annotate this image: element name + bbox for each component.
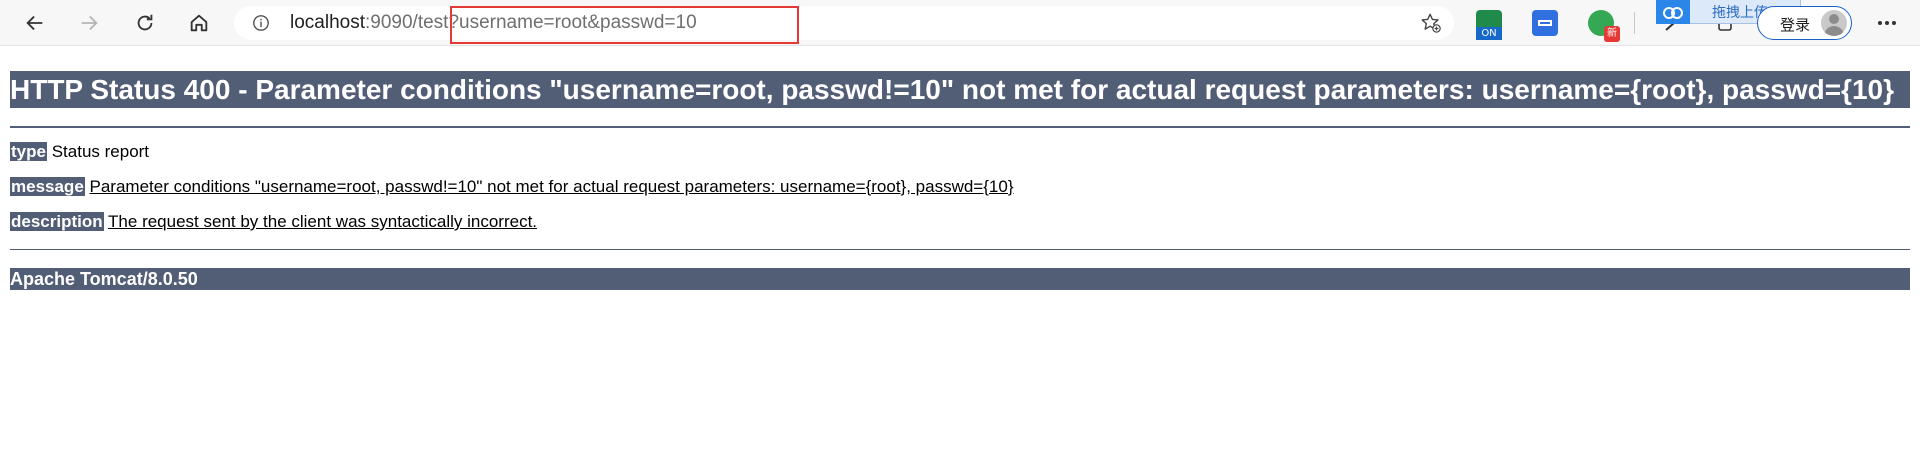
address-bar[interactable]: localhost:9090/test?username=root&passwd… — [234, 6, 1454, 40]
favorite-star-icon[interactable] — [1420, 12, 1442, 34]
divider — [10, 249, 1910, 250]
divider — [10, 126, 1910, 128]
message-value: Parameter conditions "username=root, pas… — [89, 177, 1014, 196]
extension-blue-icon[interactable] — [1532, 10, 1558, 36]
login-label: 登录 — [1780, 16, 1811, 34]
cloud-icon — [1656, 0, 1690, 24]
error-page: HTTP Status 400 - Parameter conditions "… — [10, 46, 1910, 290]
description-row: description The request sent by the clie… — [10, 212, 1910, 232]
message-row: message Parameter conditions "username=r… — [10, 177, 1910, 197]
type-value: Status report — [51, 142, 150, 161]
home-icon[interactable] — [182, 6, 216, 40]
page-title: HTTP Status 400 - Parameter conditions "… — [10, 71, 1910, 108]
avatar — [1821, 10, 1847, 36]
description-value: The request sent by the client was synta… — [108, 212, 538, 231]
url-host: localhost — [290, 12, 365, 33]
back-arrow-icon[interactable] — [18, 6, 52, 40]
type-label: type — [10, 142, 47, 161]
reload-icon[interactable] — [128, 6, 162, 40]
extension-on-icon[interactable]: ON — [1476, 10, 1502, 40]
extension-new-badge: 新 — [1604, 26, 1620, 42]
toolbar-separator — [1634, 12, 1635, 34]
extension-on-badge: ON — [1476, 27, 1502, 40]
login-button[interactable]: 登录 — [1757, 6, 1852, 40]
url-query-highlight — [450, 6, 799, 44]
message-label: message — [10, 177, 85, 196]
description-label: description — [10, 212, 104, 231]
extension-green-icon[interactable]: 新 — [1588, 10, 1620, 42]
type-row: type Status report — [10, 142, 1910, 162]
browser-toolbar: localhost:9090/test?username=root&passwd… — [0, 0, 1920, 46]
more-icon[interactable] — [1870, 6, 1904, 40]
forward-arrow-icon[interactable] — [72, 6, 106, 40]
info-icon[interactable] — [252, 14, 270, 32]
server-footer: Apache Tomcat/8.0.50 — [10, 268, 1910, 290]
